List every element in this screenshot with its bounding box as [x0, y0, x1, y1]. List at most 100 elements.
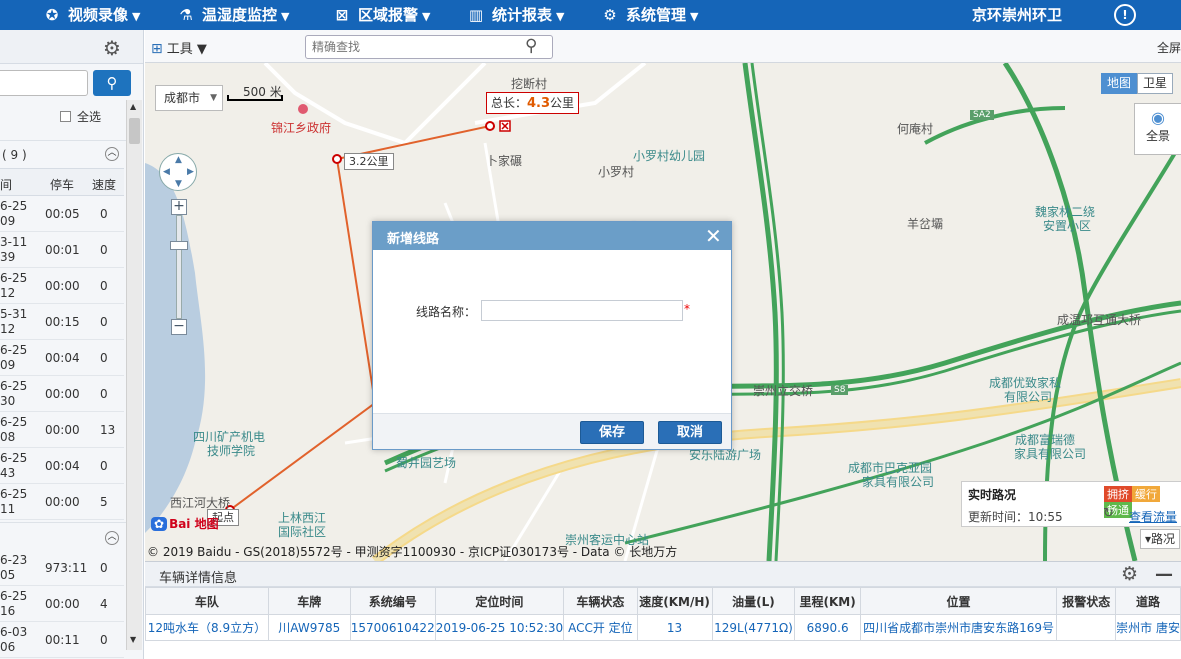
column-header[interactable]: 定位时间	[434, 587, 565, 615]
refresh-icon[interactable]: ↻	[1103, 506, 1114, 521]
route-name-input[interactable]	[481, 300, 683, 321]
column-header[interactable]: 车辆状态	[563, 587, 638, 615]
column-header[interactable]: 位置	[859, 587, 1058, 615]
dialog-header: 新增线路 ✕	[373, 222, 731, 250]
map-type-map[interactable]: 地图	[1101, 73, 1138, 94]
close-icon[interactable]: ✕	[705, 224, 722, 248]
gear-icon[interactable]: ⚙	[103, 36, 121, 60]
nav-reports[interactable]: ▥ 统计报表 ▼	[466, 0, 565, 30]
list-cell: 0	[100, 459, 108, 473]
list-item[interactable]: 3-11 39 00:01 0	[0, 232, 124, 268]
column-header[interactable]: 系统编号	[349, 587, 436, 615]
left-panel-scrollbar[interactable]: ▲ ▼	[126, 100, 142, 650]
list-item[interactable]: 6-25 16 00:00 4	[0, 586, 124, 622]
map-label: 国际社区	[278, 525, 327, 539]
list-cell: 12	[0, 322, 16, 336]
pan-left-icon[interactable]: ◀	[163, 167, 170, 177]
vehicle-group-header[interactable]: ( 9 ) ︿	[0, 140, 128, 168]
column-header[interactable]: 速度(KM/H)	[636, 587, 713, 615]
nav-video[interactable]: ✪ 视频录像 ▼	[42, 0, 141, 30]
table-cell: 13	[636, 614, 713, 641]
list-cell: 6-23	[0, 553, 28, 567]
list-cell: 16	[0, 604, 16, 618]
area-alarm-icon: ⊠	[335, 6, 349, 24]
pan-down-icon[interactable]: ▼	[175, 179, 182, 189]
table-row[interactable]: 12吨水车（8.9立方） 川AW9785 15700610422 2019-06-25…	[145, 614, 1181, 641]
tools-dropdown[interactable]: ⊞ 工具 ▼	[151, 38, 207, 57]
traffic-toggle-button[interactable]: ▾路况	[1140, 529, 1181, 549]
vehicle-group-header-2[interactable]: ︿	[0, 522, 128, 552]
scroll-up-icon[interactable]: ▲	[130, 102, 136, 111]
list-item[interactable]: 6-25 30 00:00 0	[0, 376, 124, 412]
view-flow-link[interactable]: 查看流量	[1129, 508, 1177, 525]
list-cell: 4	[100, 597, 108, 611]
nav-system[interactable]: ⚙ 系统管理 ▼	[600, 0, 698, 30]
list-cell: 6-25	[0, 379, 28, 393]
chevron-down-icon: ▼	[422, 10, 431, 23]
map-label: 家具有限公司	[1014, 447, 1087, 461]
list-item[interactable]: 6-25 43 00:04 0	[0, 448, 124, 484]
city-dropdown[interactable]: 成都市 ▼	[155, 85, 223, 111]
legend-slow: 缓行	[1132, 486, 1160, 502]
gear-icon[interactable]: ⚙	[1121, 563, 1138, 585]
save-button[interactable]: 保存	[580, 421, 644, 444]
column-header[interactable]: 油量(L)	[711, 587, 796, 615]
search-icon[interactable]: ⚲	[525, 36, 537, 56]
list-cell: 13	[100, 423, 116, 437]
vehicle-search-input[interactable]	[0, 70, 88, 96]
pan-up-icon[interactable]: ▲	[175, 155, 182, 165]
chevron-up-icon[interactable]: ︿	[105, 531, 119, 545]
list-cell: 973:11	[45, 561, 88, 575]
nav-area-alarm[interactable]: ⊠ 区域报警 ▼	[332, 0, 431, 30]
scale-bar	[227, 95, 283, 101]
column-header[interactable]: 车队	[145, 587, 269, 615]
thermometer-icon: ⚗	[179, 6, 193, 24]
list-item[interactable]: 6-23 05 973:11 0	[0, 550, 124, 586]
list-cell: 00:04	[45, 459, 80, 473]
scroll-thumb[interactable]	[129, 118, 140, 144]
chevron-up-icon[interactable]: ︿	[105, 147, 119, 161]
list-item[interactable]: 6-25 11 00:00 5	[0, 484, 124, 520]
panorama-button[interactable]: ◉ 全景	[1134, 103, 1181, 155]
route-point[interactable]	[485, 121, 495, 131]
minimize-icon[interactable]: —	[1155, 564, 1173, 585]
scroll-down-icon[interactable]: ▼	[130, 635, 136, 644]
column-header[interactable]: 里程(KM)	[794, 587, 861, 615]
list-cell: 0	[100, 279, 108, 293]
column-header[interactable]: 车牌	[267, 587, 351, 615]
route-point[interactable]	[332, 154, 342, 164]
zoom-slider[interactable]	[176, 215, 182, 319]
zoom-in-button[interactable]: +	[171, 199, 187, 215]
list-item[interactable]: 6-25 12 00:00 0	[0, 268, 124, 304]
column-header[interactable]: 报警状态	[1056, 587, 1117, 615]
list-item[interactable]: 6-25 08 00:00 13	[0, 412, 124, 448]
search-button[interactable]: ⚲	[93, 70, 131, 96]
list-cell: 6-25	[0, 199, 28, 213]
cancel-button[interactable]: 取消	[658, 421, 722, 444]
table-header-row: 车队 车牌 系统编号 定位时间 车辆状态 速度(KM/H) 油量(L) 里程(KM) 位置 报警状…	[145, 587, 1181, 615]
detail-panel-title: 车辆详情信息	[159, 571, 238, 586]
zoom-slider-thumb[interactable]	[170, 241, 188, 250]
map-label: 羊岔壩	[907, 217, 944, 231]
zoom-out-button[interactable]: −	[171, 319, 187, 335]
list-item[interactable]: 6-25 09 00:04 0	[0, 340, 124, 376]
nav-temperature[interactable]: ⚗ 温湿度监控 ▼	[176, 0, 289, 30]
list-cell: 0	[100, 351, 108, 365]
list-cell: 6-25	[0, 415, 28, 429]
pan-right-icon[interactable]: ▶	[187, 167, 194, 177]
column-header[interactable]: 道路	[1115, 587, 1181, 615]
pan-control[interactable]: ▲ ▼ ◀ ▶	[159, 153, 197, 191]
list-cell: 6-25	[0, 451, 28, 465]
select-all-checkbox[interactable]: 全选	[60, 108, 101, 125]
list-item[interactable]: 6-25 09 00:05 0	[0, 196, 124, 232]
list-item[interactable]: 6-03 06 00:11 0	[0, 622, 124, 658]
top-nav-bar: ✪ 视频录像 ▼ ⚗ 温湿度监控 ▼ ⊠ 区域报警 ▼ ▥ 统计报表 ▼ ⚙ 系统管理 ▼ 京环崇州…	[0, 0, 1181, 30]
fullscreen-button[interactable]: 全屏	[1157, 39, 1181, 56]
map-label: 技师学院	[207, 444, 256, 458]
list-item[interactable]: 5-31 12 00:15 0	[0, 304, 124, 340]
map-type-satellite[interactable]: 卫星	[1137, 73, 1174, 94]
required-mark: *	[684, 302, 690, 316]
table-cell: 2019-06-25 10:52:30	[434, 614, 565, 641]
alert-icon[interactable]: !	[1114, 4, 1136, 26]
map-search-input[interactable]	[305, 35, 553, 59]
